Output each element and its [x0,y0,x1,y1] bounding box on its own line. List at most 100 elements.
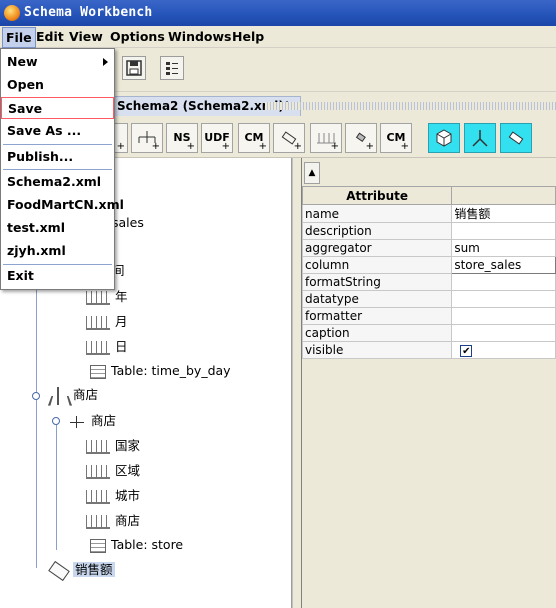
attribute-name: name [301,204,453,223]
attribute-table: Attribute name 销售额 description aggregator… [301,186,556,359]
table-row: datatype [301,290,556,308]
table-row: formatString [301,273,556,291]
menu-item-publish[interactable]: Publish... [1,146,114,168]
add-calculated-member-button[interactable]: CM + [238,123,270,153]
level-icon [86,290,110,305]
tree-node-store-dimension[interactable]: 商店 [48,386,98,404]
tree-node-level[interactable]: 日 [86,338,128,356]
attribute-value[interactable]: sum [451,239,556,257]
level-icon [86,489,110,504]
table-row: description [301,222,556,240]
tree-node-level[interactable]: 商店 [86,512,140,530]
table-row: aggregator sum [301,239,556,257]
tree-connector [56,422,57,550]
tree-node-label: 区域 [115,463,141,478]
pane-splitter[interactable] [292,158,302,608]
scroll-up-icon[interactable]: ▲ [304,162,320,184]
menu-item-recent-file[interactable]: Schema2.xml [1,171,114,193]
level-icon [86,464,110,479]
attribute-value[interactable] [451,290,556,308]
hierarchy-icon [68,415,86,429]
tree-connector [36,258,37,568]
tree-node-label: 月 [115,314,128,329]
table-row: formatter [301,307,556,325]
attribute-name: datatype [301,290,453,308]
menu-windows[interactable]: Windows [168,29,232,44]
tree-node-label: Table: time_by_day [111,363,231,378]
menu-help[interactable]: Help [232,29,264,44]
add-hierarchy-button[interactable]: + [131,123,163,153]
attribute-name: description [301,222,453,240]
tree-node-level[interactable]: 国家 [86,437,140,455]
level-icon [86,514,110,529]
menu-item-recent-file[interactable]: zjyh.xml [1,240,114,262]
submenu-arrow-icon [103,58,108,66]
add-named-set-button[interactable]: NS + [166,123,198,153]
menu-item-save-as[interactable]: Save As ... [1,120,114,142]
level-icon [86,340,110,355]
table-row: caption [301,324,556,342]
expand-toggle-icon[interactable] [52,417,60,425]
tree-node-table[interactable]: Table: store [90,536,183,554]
attribute-name: aggregator [301,239,453,257]
menu-item-open[interactable]: Open [1,74,114,96]
attribute-value[interactable] [451,273,556,291]
properties-tabs: ▲ [302,162,556,184]
value-header [451,186,556,205]
menu-view[interactable]: View [69,29,103,44]
attribute-value[interactable] [451,222,556,240]
tree-node-cube[interactable]: sales [112,214,144,232]
menu-edit[interactable]: Edit [36,29,64,44]
tree-node-measure[interactable]: 销售额 [48,560,115,581]
tree-node-store-hierarchy[interactable]: 商店 [68,412,116,430]
window-title: Schema Workbench [24,5,153,20]
measure-icon [48,560,70,581]
menu-separator [3,169,112,170]
attribute-header: Attribute [301,186,453,205]
tree-node-level[interactable]: 年 [86,288,128,306]
attribute-value[interactable] [451,307,556,325]
attribute-value[interactable]: 销售额 [451,204,556,223]
add-virtual-measure-button[interactable] [500,123,532,153]
menu-item-label: New [7,54,38,69]
tree-node-table[interactable]: Table: time_by_day [90,362,231,380]
add-measure-button[interactable]: + [273,123,305,153]
tree-node-level[interactable]: 区域 [86,462,140,480]
title-bar: Schema Workbench [0,0,556,26]
tree-node-label: 商店 [91,413,117,428]
table-row: name 销售额 [301,204,556,223]
add-calculated-member-property-button[interactable]: CM + [380,123,412,153]
menu-options[interactable]: Options [110,29,165,44]
expand-toggle-icon[interactable] [32,392,40,400]
menu-item-recent-file[interactable]: FoodMartCN.xml [1,194,124,216]
tree-node-level[interactable]: 月 [86,313,128,331]
menu-file[interactable]: File [2,27,36,48]
menu-item-exit[interactable]: Exit [1,265,114,287]
tree-node-label: 商店 [73,387,99,402]
tree-node-level[interactable]: 城市 [86,487,140,505]
table-row: column store_sales [301,256,556,274]
add-level-button[interactable]: + [310,123,342,153]
save-icon[interactable] [122,56,146,80]
add-udf-button[interactable]: UDF + [201,123,233,153]
attribute-name: visible [301,341,453,359]
add-property-button[interactable]: + [345,123,377,153]
menu-bar: File Edit View Options Windows Help [0,26,556,48]
attribute-name: column [301,256,453,274]
menu-item-new[interactable]: New [1,51,114,73]
tree-node-label: 日 [115,339,128,354]
tree-node-label: 国家 [115,438,141,453]
attribute-value[interactable]: store_sales [451,256,556,274]
menu-separator [3,144,112,145]
preferences-icon[interactable] [160,56,184,80]
menu-item-recent-file[interactable]: test.xml [1,217,114,239]
menu-item-save[interactable]: Save [1,97,114,119]
attribute-name: formatter [301,307,453,325]
add-virtual-cube-button[interactable] [428,123,460,153]
add-virtual-dimension-button[interactable] [464,123,496,153]
attribute-name: caption [301,324,453,342]
app-logo-icon [4,5,20,21]
attribute-value[interactable] [451,324,556,342]
tab-rail [265,102,556,110]
visible-checkbox[interactable]: ✔ [460,345,473,357]
